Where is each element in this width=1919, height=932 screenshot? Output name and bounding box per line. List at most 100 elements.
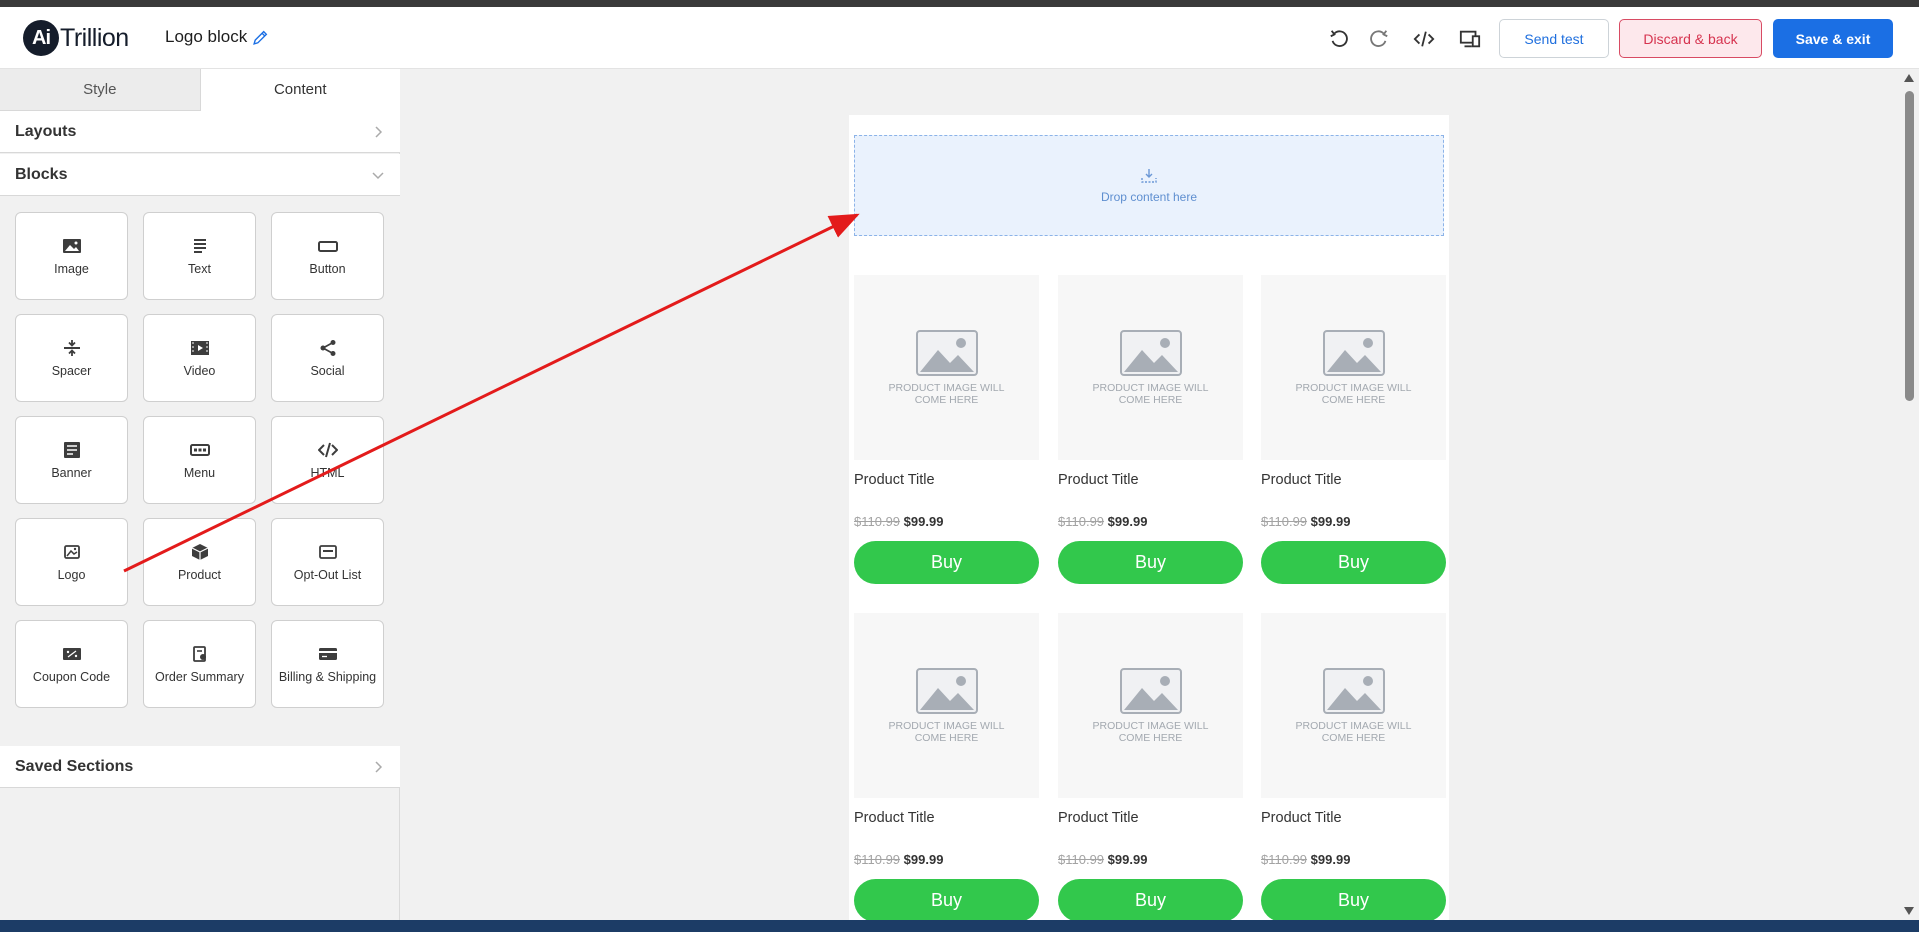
logo-mark: Ai — [23, 20, 59, 56]
discard-back-button[interactable]: Discard & back — [1619, 19, 1762, 58]
block-label: Coupon Code — [32, 669, 111, 684]
window-top-strip — [0, 0, 1919, 7]
logo-icon — [62, 543, 82, 561]
image-placeholder-icon — [1119, 329, 1182, 376]
coupon-icon — [62, 645, 82, 663]
new-price: $99.99 — [903, 514, 944, 529]
send-test-button[interactable]: Send test — [1499, 19, 1609, 58]
share-icon — [318, 339, 338, 357]
card-icon — [318, 645, 338, 663]
email-canvas: Drop content here PRODUCT IMAGE WILL COM… — [401, 69, 1900, 920]
download-icon — [1141, 168, 1157, 183]
order-summary-icon — [190, 645, 210, 663]
undo-icon[interactable] — [1326, 26, 1352, 52]
block-label: Banner — [51, 465, 92, 480]
block-label: Spacer — [51, 363, 92, 378]
layouts-label: Layouts — [15, 122, 77, 140]
block-html[interactable]: HTML — [271, 416, 384, 504]
new-price: $99.99 — [1107, 514, 1148, 529]
block-product[interactable]: Product — [143, 518, 256, 606]
blocks-label: Blocks — [15, 165, 68, 183]
new-price: $99.99 — [1310, 852, 1351, 867]
image-icon — [62, 237, 82, 255]
edit-pencil-icon[interactable] — [252, 29, 269, 46]
saved-sections-header[interactable]: Saved Sections — [0, 746, 400, 788]
block-label: Logo — [57, 567, 86, 582]
product-image-text: PRODUCT IMAGE WILL COME HERE — [1092, 381, 1209, 406]
tab-content[interactable]: Content — [200, 69, 400, 111]
video-icon — [190, 339, 210, 357]
scroll-down-arrow[interactable] — [1904, 907, 1914, 915]
block-billing-shipping[interactable]: Billing & Shipping — [271, 620, 384, 708]
product-price: $110.99 $99.99 — [854, 514, 1039, 529]
block-title: Logo block — [165, 27, 269, 47]
code-view-icon[interactable] — [1411, 26, 1437, 52]
block-menu[interactable]: Menu — [143, 416, 256, 504]
button-icon — [317, 237, 338, 255]
layouts-section-header[interactable]: Layouts — [0, 111, 400, 153]
image-placeholder-icon — [915, 667, 978, 714]
block-image[interactable]: Image — [15, 212, 128, 300]
block-label: Social — [310, 363, 345, 378]
canvas-scrollbar[interactable] — [1900, 69, 1919, 920]
product-card: PRODUCT IMAGE WILL COME HERE Product Tit… — [1058, 275, 1243, 584]
buy-button[interactable]: Buy — [854, 879, 1039, 920]
save-exit-button[interactable]: Save & exit — [1773, 19, 1893, 58]
block-social[interactable]: Social — [271, 314, 384, 402]
block-label: HTML — [310, 465, 345, 480]
image-placeholder-icon — [915, 329, 978, 376]
block-optout-list[interactable]: Opt-Out List — [271, 518, 384, 606]
os-taskbar — [0, 920, 1919, 932]
new-price: $99.99 — [903, 852, 944, 867]
buy-button[interactable]: Buy — [1261, 541, 1446, 584]
new-price: $99.99 — [1107, 852, 1148, 867]
text-icon — [190, 237, 210, 255]
redo-icon[interactable] — [1366, 26, 1392, 52]
block-order-summary[interactable]: Order Summary — [143, 620, 256, 708]
scroll-thumb[interactable] — [1905, 91, 1914, 401]
block-spacer[interactable]: Spacer — [15, 314, 128, 402]
old-price: $110.99 — [854, 514, 901, 529]
buy-button[interactable]: Buy — [1058, 879, 1243, 920]
blocks-grid: Image Text Button Spacer Video Social Ba… — [0, 196, 400, 782]
product-price: $110.99 $99.99 — [854, 852, 1039, 867]
app-logo: Ai Trillion — [23, 20, 129, 56]
product-price: $110.99 $99.99 — [1261, 514, 1446, 529]
block-banner[interactable]: Banner — [15, 416, 128, 504]
block-coupon-code[interactable]: Coupon Code — [15, 620, 128, 708]
device-preview-icon[interactable] — [1457, 26, 1483, 52]
product-title: Product Title — [1058, 810, 1139, 826]
product-title: Product Title — [1058, 472, 1139, 488]
product-image-placeholder: PRODUCT IMAGE WILL COME HERE — [1058, 275, 1243, 460]
buy-button[interactable]: Buy — [1261, 879, 1446, 920]
product-image-placeholder: PRODUCT IMAGE WILL COME HERE — [1261, 613, 1446, 798]
product-image-placeholder: PRODUCT IMAGE WILL COME HERE — [1058, 613, 1243, 798]
blocks-section-header[interactable]: Blocks — [0, 154, 400, 196]
drop-zone[interactable]: Drop content here — [854, 135, 1444, 236]
product-image-text: PRODUCT IMAGE WILL COME HERE — [1092, 719, 1209, 744]
drop-zone-text: Drop content here — [1100, 189, 1198, 204]
block-video[interactable]: Video — [143, 314, 256, 402]
banner-icon — [62, 441, 82, 459]
chevron-right-icon — [375, 125, 383, 138]
block-logo[interactable]: Logo — [15, 518, 128, 606]
product-title: Product Title — [854, 810, 935, 826]
buy-button[interactable]: Buy — [1058, 541, 1243, 584]
product-card: PRODUCT IMAGE WILL COME HERE Product Tit… — [1261, 613, 1446, 920]
product-price: $110.99 $99.99 — [1261, 852, 1446, 867]
menu-icon — [189, 441, 210, 459]
block-label: Text — [188, 261, 211, 276]
block-text[interactable]: Text — [143, 212, 256, 300]
tab-style[interactable]: Style — [0, 69, 201, 111]
buy-button[interactable]: Buy — [854, 541, 1039, 584]
old-price: $110.99 — [1261, 852, 1308, 867]
scroll-up-arrow[interactable] — [1904, 74, 1914, 82]
block-button[interactable]: Button — [271, 212, 384, 300]
product-image-placeholder: PRODUCT IMAGE WILL COME HERE — [854, 275, 1039, 460]
product-title: Product Title — [854, 472, 935, 488]
new-price: $99.99 — [1310, 514, 1351, 529]
block-label: Button — [309, 261, 346, 276]
product-image-text: PRODUCT IMAGE WILL COME HERE — [1295, 381, 1412, 406]
sidebar-tabs: Style Content — [0, 69, 400, 111]
product-title: Product Title — [1261, 472, 1342, 488]
